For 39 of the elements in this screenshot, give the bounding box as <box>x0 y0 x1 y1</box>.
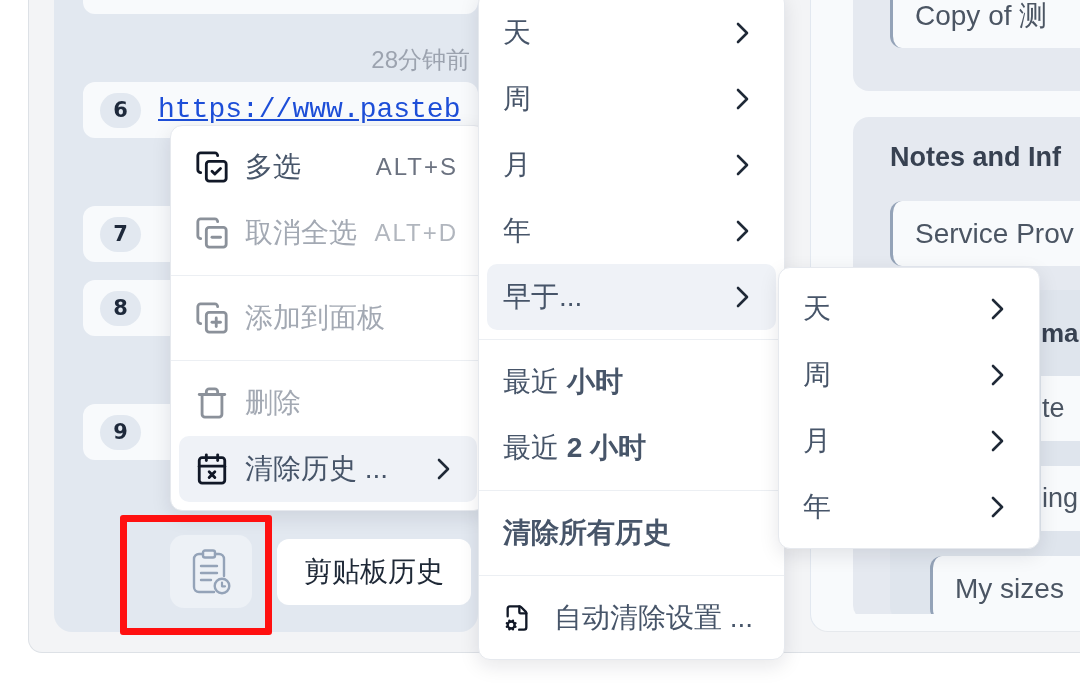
copy-check-icon <box>195 150 229 184</box>
number-badge: 6 <box>100 92 141 128</box>
menu-item[interactable]: 天 <box>487 0 776 66</box>
menu-item[interactable]: 年 <box>487 198 776 264</box>
group-title: ma <box>1041 317 1079 350</box>
menu-item[interactable]: 早于... <box>487 264 776 330</box>
menu-item[interactable]: 月 <box>487 132 776 198</box>
copy-plus-icon <box>195 301 229 335</box>
menu-item[interactable]: 月 <box>787 408 1031 474</box>
group-title: Notes and Inf <box>890 141 1062 173</box>
file-gear-icon <box>503 604 531 632</box>
menu-item[interactable]: 最近 小时 <box>487 349 776 415</box>
saved-item[interactable]: My sizes <box>930 556 1080 614</box>
saved-item[interactable]: Copy of 测 <box>890 0 1080 48</box>
menu-item[interactable]: 自动清除设置 ... <box>487 585 776 651</box>
number-badge: 7 <box>100 216 141 252</box>
shortcut-label: ALT+S <box>375 153 458 181</box>
clip-row[interactable] <box>83 0 478 14</box>
link-text[interactable]: https://www.pasteb <box>158 93 461 127</box>
menu-item[interactable]: 清除所有历史 <box>487 500 776 566</box>
calendar-x-icon <box>195 452 229 486</box>
clipboard-clock-icon <box>191 548 231 595</box>
menu-item[interactable]: 最近 2 小时 <box>487 415 776 481</box>
shortcut-label: ALT+D <box>374 219 458 247</box>
menu-item[interactable]: 天 <box>787 276 1031 342</box>
saved-item[interactable]: te <box>1041 376 1080 441</box>
copy-minus-icon <box>195 216 229 250</box>
menu-item[interactable]: 清除历史 ... <box>179 436 477 502</box>
saved-item[interactable]: Service Prov <box>890 201 1080 266</box>
history-button[interactable]: 剪贴板历史 <box>277 538 471 605</box>
menu-item[interactable]: 年 <box>787 474 1031 540</box>
clipboard-button[interactable] <box>170 535 252 608</box>
menu-item[interactable]: 周 <box>487 66 776 132</box>
time-label: 28分钟前 <box>371 48 470 72</box>
saved-item[interactable]: ing <box>1041 466 1080 531</box>
trash-icon <box>195 386 229 420</box>
menu-item[interactable]: 周 <box>787 342 1031 408</box>
number-badge: 8 <box>100 290 141 326</box>
number-badge: 9 <box>100 414 141 450</box>
